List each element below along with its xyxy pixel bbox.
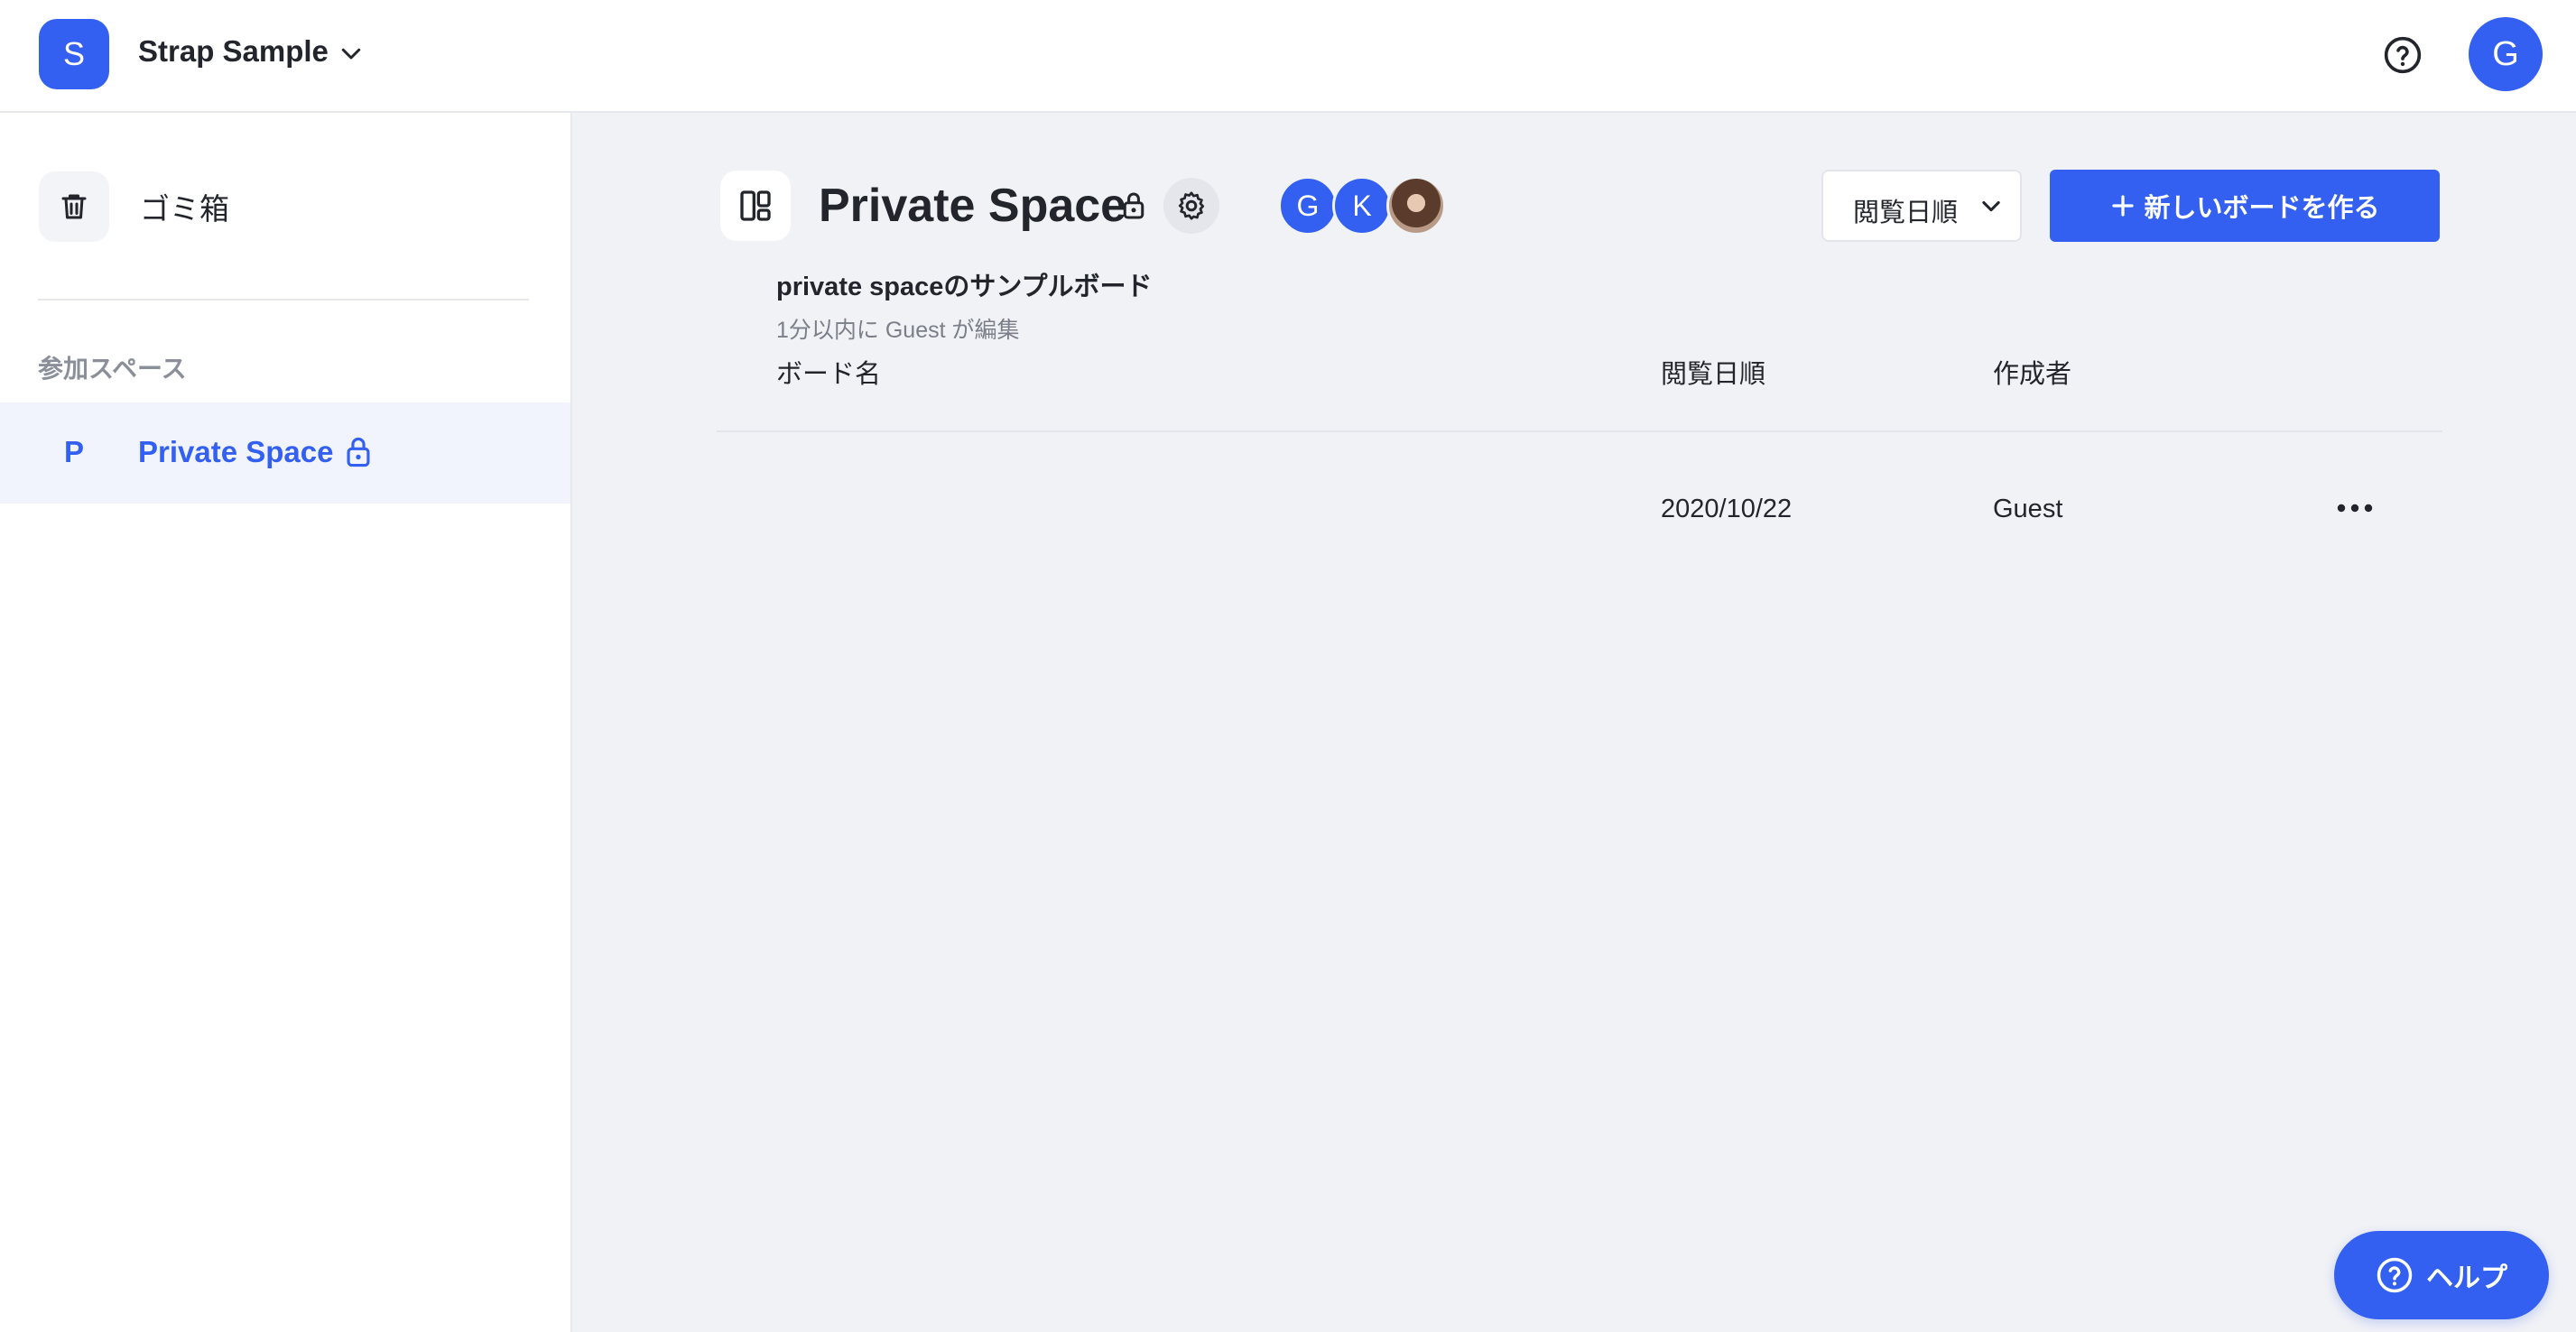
plus-icon (2112, 195, 2135, 217)
trash-icon-container (39, 171, 109, 242)
workspace-name[interactable]: Strap Sample (138, 34, 329, 69)
trash-label: ゴミ箱 (140, 192, 229, 226)
sort-select[interactable]: 閲覧日順 (1821, 170, 2022, 242)
help-button-label: ヘルプ (2426, 1263, 2507, 1293)
gear-icon (1178, 191, 1205, 220)
column-header-author[interactable]: 作成者 (1993, 353, 2071, 391)
more-options-icon[interactable] (2332, 486, 2377, 531)
help-circle-icon (2377, 1257, 2413, 1293)
space-initial: P (64, 435, 85, 468)
column-header-board-name[interactable]: ボード名 (776, 353, 881, 391)
trash-icon (61, 194, 87, 219)
help-circle-icon[interactable] (2383, 35, 2423, 75)
sidebar-item-private-space[interactable]: P Private Space (0, 402, 570, 504)
new-board-label: 新しいボードを作る (2144, 194, 2380, 223)
page-title: Private Space (819, 180, 1127, 232)
section-label-joined-spaces: 参加スペース (38, 355, 187, 383)
sort-select-value: 閲覧日順 (1853, 199, 1959, 227)
member-avatar-photo[interactable] (1386, 176, 1446, 236)
new-board-button[interactable]: 新しいボードを作る (2050, 170, 2440, 242)
table-divider (717, 430, 2442, 432)
lock-icon (347, 437, 370, 467)
sidebar-item-trash[interactable]: ゴミ箱 (39, 171, 229, 242)
board-row-author: Guest (1993, 495, 2063, 523)
top-bar: S Strap Sample G (0, 0, 2576, 113)
board-layout-icon (740, 190, 771, 221)
board-row-subtitle: 1分以内に Guest が編集 (776, 318, 1020, 343)
board-layout-icon-container (720, 171, 791, 241)
board-row-date: 2020/10/22 (1661, 495, 1793, 523)
ellipsis-icon (2337, 504, 2373, 513)
space-name: Private Space (138, 435, 334, 468)
column-header-view-date[interactable]: 閲覧日順 (1661, 353, 1765, 391)
board-row-title[interactable]: private spaceのサンプルボード (776, 265, 1153, 303)
space-settings-button[interactable] (1163, 178, 1219, 234)
chevron-down-icon (1982, 200, 2000, 212)
member-avatar[interactable]: G (1278, 176, 1338, 236)
help-button[interactable]: ヘルプ (2334, 1231, 2549, 1319)
sidebar-divider (38, 299, 529, 301)
main-content: Private Space G K 閲覧日順 新しいボードを作る ボード名 閲覧… (572, 113, 2576, 1332)
lock-icon (1123, 192, 1144, 219)
sidebar: ゴミ箱 参加スペース P Private Space (0, 113, 572, 1332)
workspace-logo[interactable]: S (39, 19, 109, 89)
user-avatar[interactable]: G (2469, 17, 2543, 91)
chevron-down-icon[interactable] (338, 40, 365, 67)
member-avatar[interactable]: K (1332, 176, 1392, 236)
